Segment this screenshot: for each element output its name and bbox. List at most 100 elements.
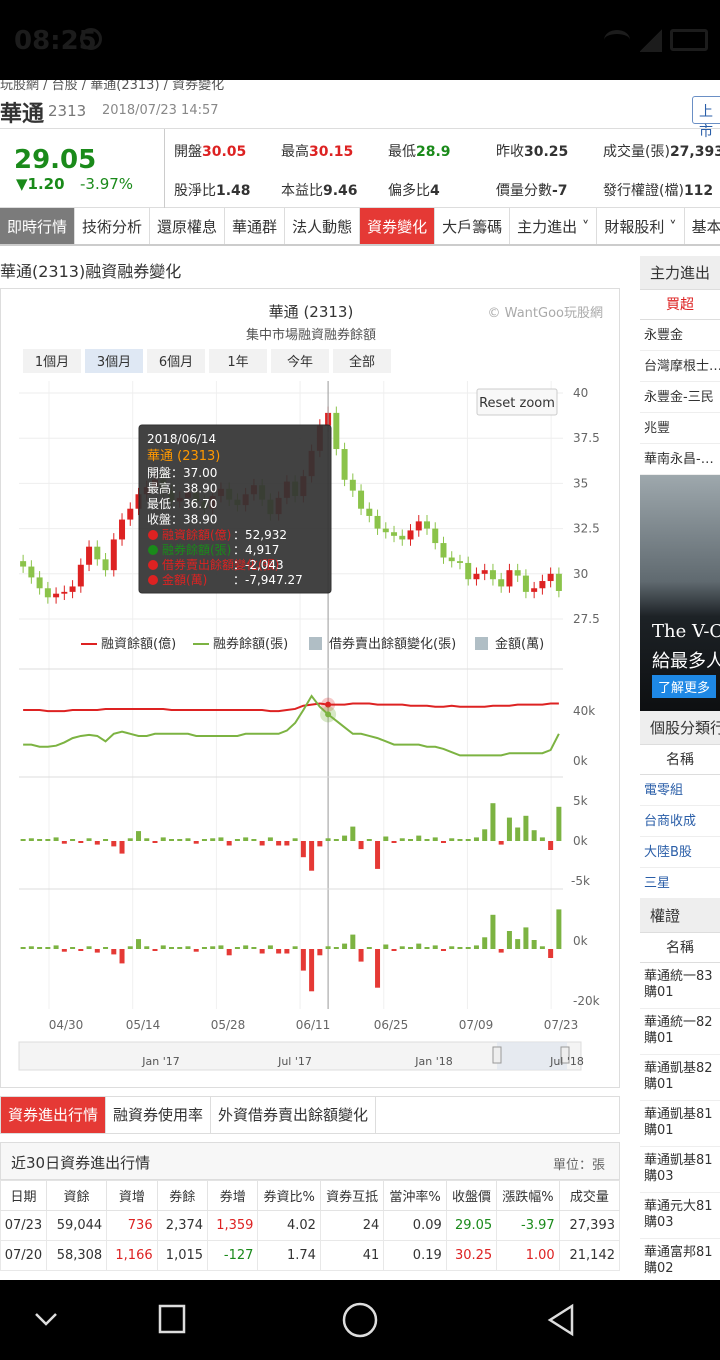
buy-tab[interactable]: 買超: [640, 290, 720, 320]
short-change-bar: [20, 839, 26, 841]
home-icon[interactable]: [342, 1302, 378, 1338]
tab-1[interactable]: 技術分析: [75, 208, 151, 244]
amount-bar: [144, 946, 150, 949]
tab-0[interactable]: 即時行情: [0, 208, 76, 244]
category-item[interactable]: 三星: [640, 868, 720, 899]
quote-stat-value: 30.05: [202, 144, 247, 160]
quote-stat2-3: 價量分數-7: [496, 180, 568, 200]
warrant-item[interactable]: 華通凱基82購01: [640, 1055, 720, 1101]
tab-6[interactable]: 大戶籌碼: [435, 208, 511, 244]
tab-3[interactable]: 華通群: [225, 208, 286, 244]
quote-stat-label: 本益比: [281, 183, 323, 199]
short-change-bar: [342, 835, 348, 841]
warrant-item[interactable]: 華通富邦81購02: [640, 1239, 720, 1280]
candle: [61, 591, 68, 594]
margin-chart[interactable]: 華通 (2313) 集中市場融資融券餘額 © WantGoo玩股網 1個月 3個月 6個月…: [1, 289, 619, 1087]
candle: [349, 479, 356, 491]
tab-2[interactable]: 還原權息: [150, 208, 226, 244]
amount-bar: [325, 946, 331, 949]
battery-icon: [670, 29, 708, 51]
short-change-bar: [127, 838, 133, 841]
legend-swatch[interactable]: [309, 637, 322, 650]
amount-bar: [234, 947, 240, 949]
short-change-bar: [234, 839, 240, 841]
tab-4[interactable]: 法人動態: [285, 208, 361, 244]
table-col-header: 收盤價: [445, 1180, 498, 1211]
navigator-handle-left[interactable]: [492, 1046, 502, 1064]
warrant-item[interactable]: 華通凱基81購01: [640, 1101, 720, 1147]
range-button-label[interactable]: 3個月: [97, 355, 131, 370]
short-change-bar: [432, 837, 438, 841]
table-title: 近30日資券進出行情: [11, 1154, 151, 1172]
amount-bar: [37, 947, 43, 949]
candle: [20, 561, 27, 567]
quote-stat-value: 28.9: [416, 144, 451, 160]
recent-apps-icon[interactable]: [158, 1304, 186, 1334]
warrant-item[interactable]: 華通統一82購01: [640, 1009, 720, 1055]
warrant-item[interactable]: 華通統一83購01: [640, 963, 720, 1009]
amount-bar: [350, 934, 356, 949]
ad-learn-more-button[interactable]: 了解更多: [652, 675, 717, 698]
market-badge[interactable]: 上市: [692, 96, 720, 140]
price-tick: 30: [573, 567, 588, 581]
table-tab-1[interactable]: 融資券使用率: [106, 1097, 212, 1133]
short-change-bar: [45, 839, 51, 841]
broker-item[interactable]: 兆豐: [640, 413, 720, 444]
table-unit: 單位：張: [552, 1158, 605, 1173]
legend-label[interactable]: 融券餘額(張): [213, 636, 288, 652]
short-change-bar: [399, 838, 405, 841]
tab-8[interactable]: 財報股利 ˅: [597, 208, 685, 244]
hide-keyboard-icon[interactable]: [35, 1313, 57, 1326]
section-title: 華通(2313)融資融券變化: [0, 262, 182, 281]
range-button-label[interactable]: 全部: [349, 354, 375, 370]
ad-banner[interactable]: The V-Cla 給最多人 了解更多: [640, 475, 720, 711]
legend-label[interactable]: 借券賣出餘額變化(張): [329, 636, 456, 652]
quote-stat-0: 開盤30.05: [174, 141, 246, 161]
amount-bar: [556, 909, 562, 949]
amount-bar: [449, 946, 455, 949]
table-cell: 27,393: [558, 1210, 621, 1241]
short-change-bar: [531, 830, 537, 841]
warrant-item[interactable]: 華通元大81購03: [640, 1193, 720, 1239]
amount-bar: [432, 945, 438, 949]
quote-stat-label: 價量分數: [496, 183, 552, 199]
quote-divider: [164, 129, 165, 209]
table-cell: 07/20: [0, 1240, 47, 1271]
broker-item[interactable]: 永豐金-三民: [640, 382, 720, 413]
range-button-label[interactable]: 1個月: [35, 355, 69, 370]
legend-label[interactable]: 融資餘額(億): [101, 636, 176, 652]
candle: [555, 573, 562, 591]
range-button-label[interactable]: 6個月: [159, 355, 193, 370]
broker-item[interactable]: 永豐金: [640, 320, 720, 351]
amount-bar: [259, 949, 265, 954]
range-button-label[interactable]: 今年: [287, 354, 313, 370]
wifi-icon: [604, 30, 630, 50]
tab-7[interactable]: 主力進出 ˅: [510, 208, 598, 244]
tooltip-series-value: ：-7,947.27: [233, 573, 303, 587]
candle: [415, 521, 422, 531]
back-icon[interactable]: [547, 1303, 574, 1337]
table-row: 07/23 59,044 736 2,374 1,359 4.02 24 0.09 29.05-…: [0, 1210, 621, 1241]
change-tick: 0k: [573, 834, 588, 848]
table-tab-2[interactable]: 外資借券賣出餘額變化: [211, 1097, 377, 1133]
range-button-label[interactable]: 1年: [227, 355, 248, 370]
category-item[interactable]: 台商收成: [640, 806, 720, 837]
amount-bar: [218, 945, 224, 949]
candle: [432, 528, 439, 544]
table-tab-0[interactable]: 資券進出行情: [1, 1097, 107, 1133]
warrant-item[interactable]: 華通凱基81購03: [640, 1147, 720, 1193]
broker-item[interactable]: 華南永昌-…: [640, 444, 720, 475]
tab-9[interactable]: 基本: [684, 208, 720, 244]
legend-label[interactable]: 金額(萬): [495, 636, 544, 652]
category-item[interactable]: 大陸B股: [640, 837, 720, 868]
legend-swatch[interactable]: [475, 637, 488, 650]
tab-5[interactable]: 資券變化: [360, 208, 436, 244]
short-change-bar: [152, 841, 158, 843]
stock-header: 華通 2313 2018/07/23 14:57 上市: [0, 88, 720, 140]
quote-stat-2: 最低28.9: [388, 141, 451, 161]
category-title: 個股分類行: [640, 711, 720, 745]
reset-zoom-label[interactable]: Reset zoom: [479, 396, 555, 411]
quote-panel: 29.05 ▼1.20 -3.97% 開盤30.05 最高30.15 最低28.9 昨…: [0, 128, 720, 209]
broker-item[interactable]: 台灣摩根士…: [640, 351, 720, 382]
category-item[interactable]: 電零組: [640, 775, 720, 806]
